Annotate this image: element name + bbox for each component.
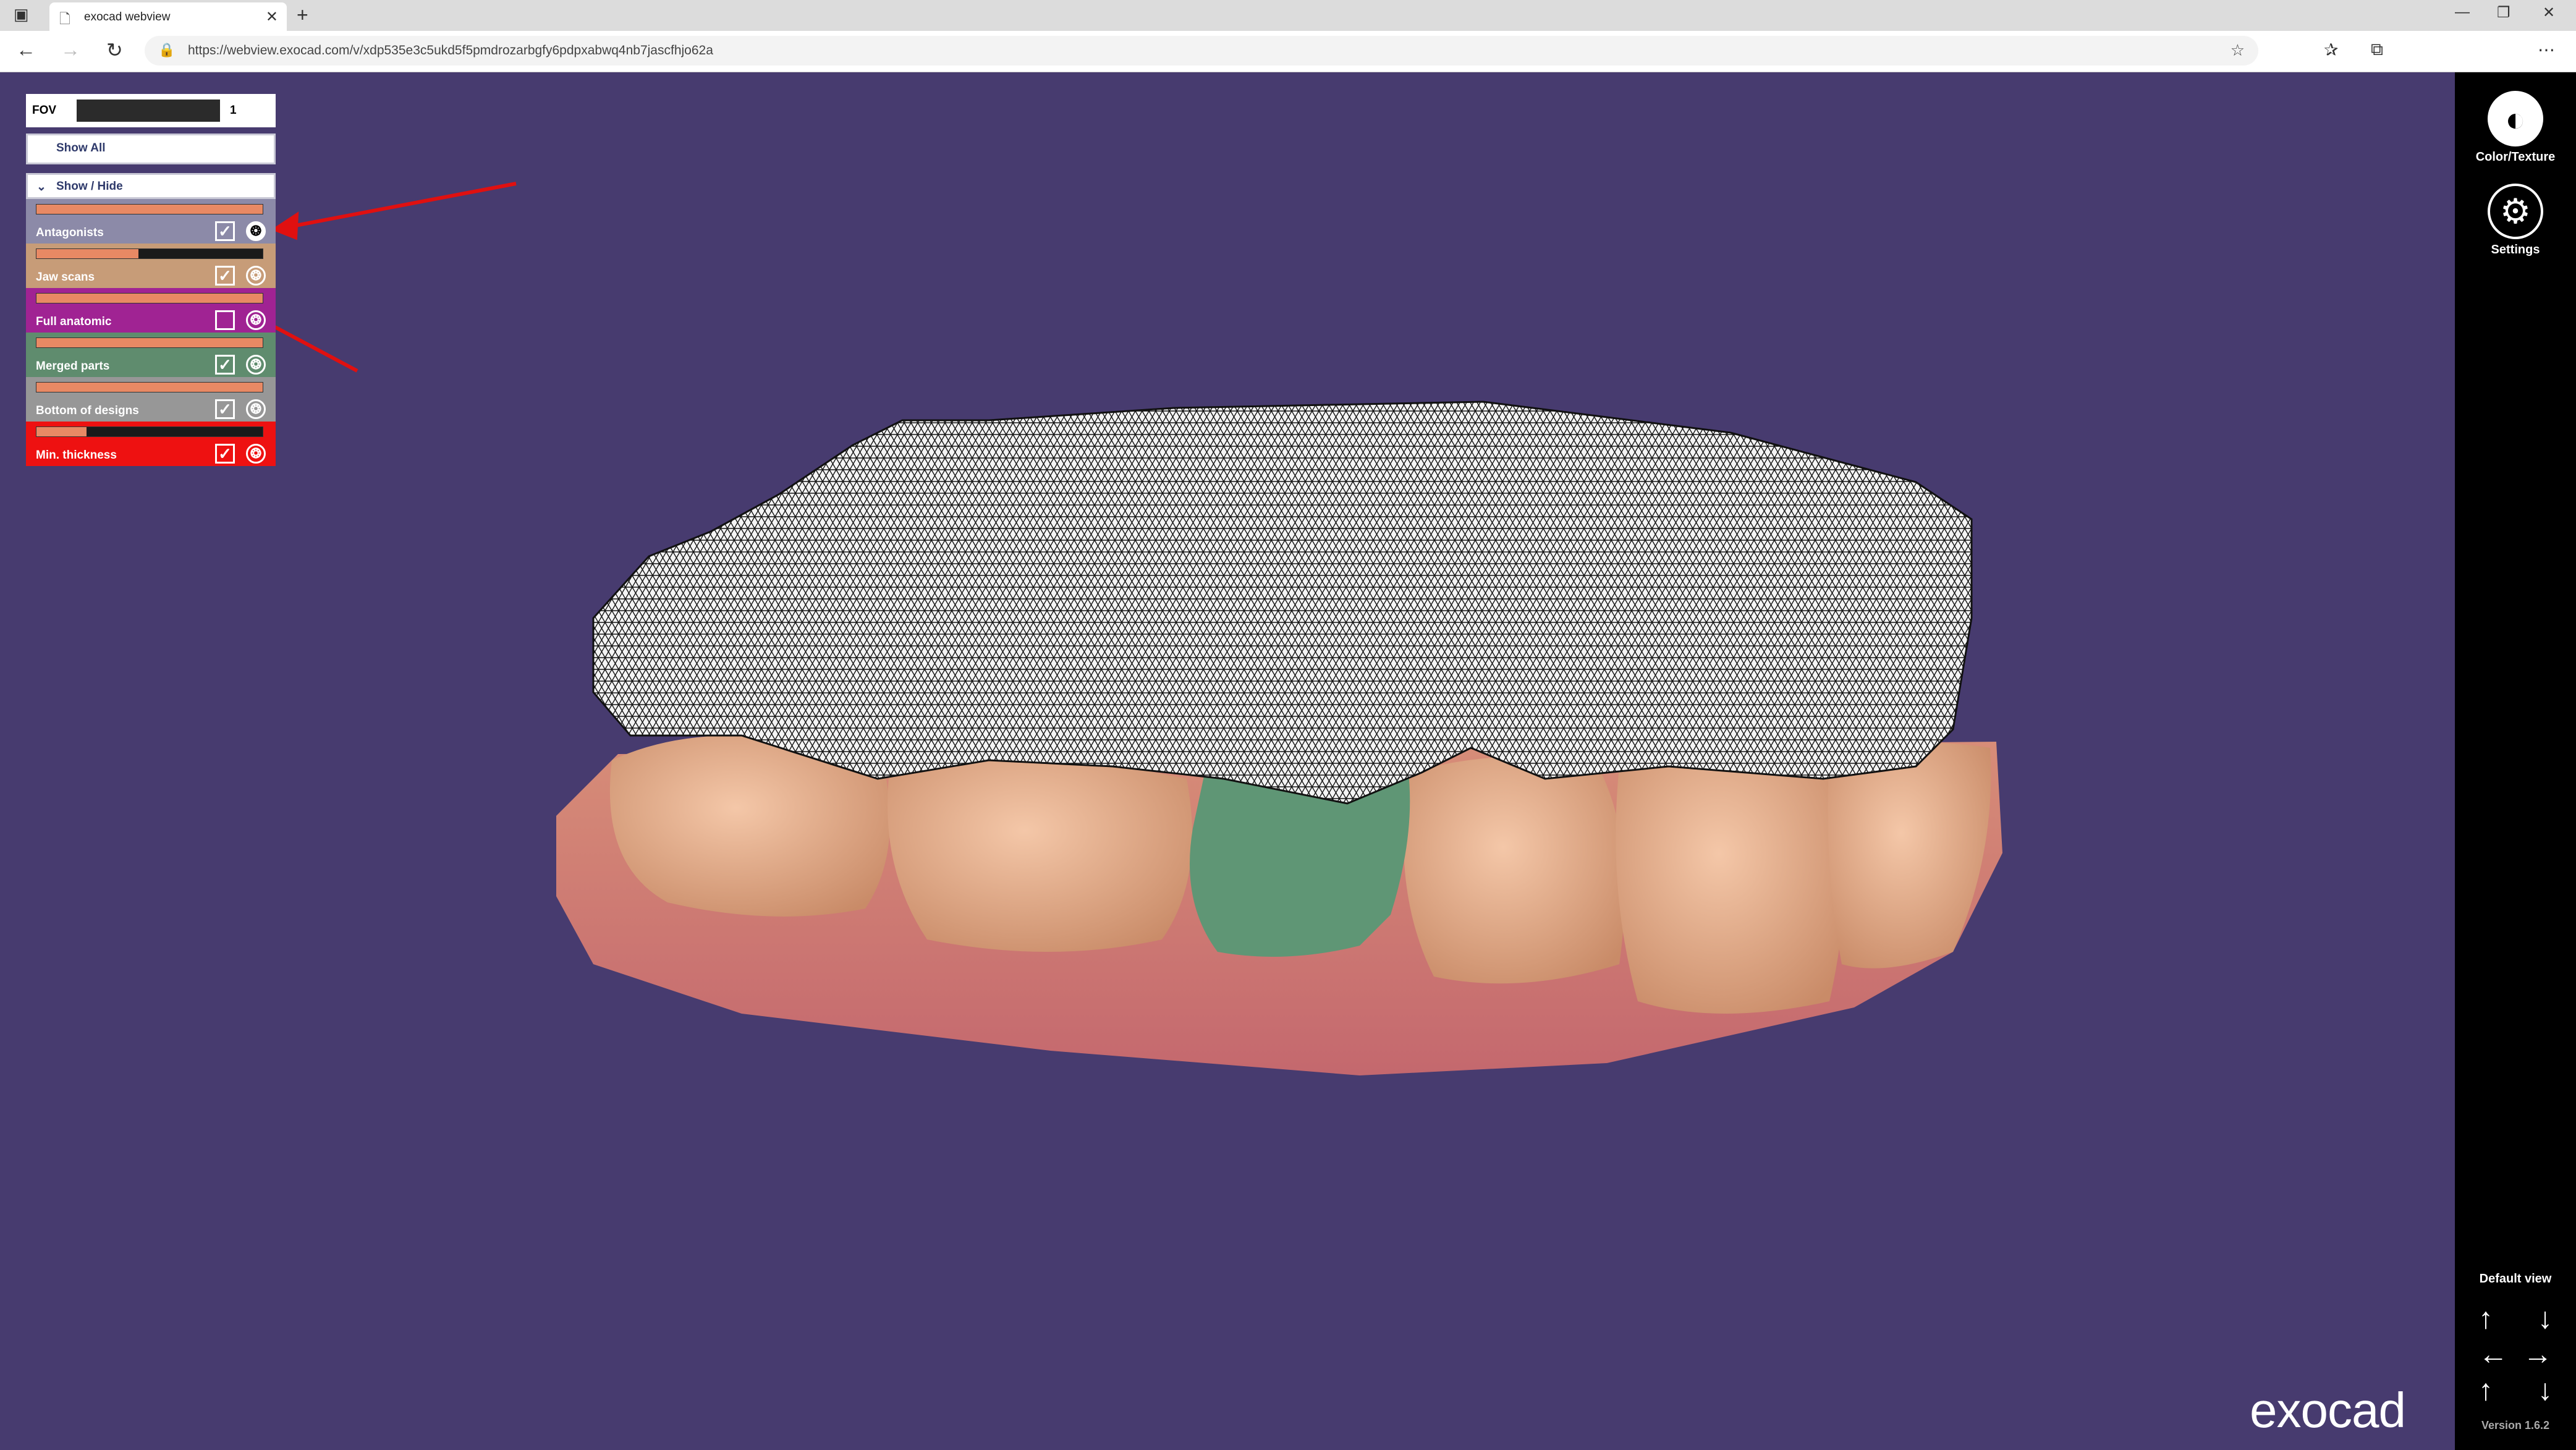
texture-toggle-icon[interactable]: ❂	[246, 221, 266, 241]
favorites-icon[interactable]: ✰	[2324, 40, 2338, 60]
color-texture-icon: ◐	[2488, 91, 2543, 146]
show-all-button[interactable]: Show All	[26, 134, 276, 164]
fov-control[interactable]: FOV 1	[26, 94, 276, 127]
opacity-slider-fill	[36, 205, 263, 214]
settings-label: Settings	[2491, 243, 2540, 257]
fov-value: 1	[230, 104, 237, 117]
settings-button[interactable]: ⚙ Settings	[2455, 184, 2576, 257]
texture-toggle-icon[interactable]: ❂	[246, 266, 266, 286]
opacity-slider[interactable]	[36, 248, 263, 259]
refresh-icon[interactable]: ↻	[106, 38, 123, 62]
address-bar-row: ← → ↻ 🔒 https://webview.exocad.com/v/xdp…	[0, 31, 2576, 72]
layer-panel: FOV 1 Show All ⌄ Show / Hide Antagonists…	[26, 94, 276, 466]
view-top-arrow-icon[interactable]: ↑	[2478, 1376, 2493, 1405]
visibility-checkbox[interactable]: ✓	[215, 444, 235, 464]
page-favicon-icon: 🗋	[59, 11, 70, 27]
visibility-checkbox[interactable]: ✓	[215, 355, 235, 375]
opacity-slider-fill	[36, 383, 263, 392]
browser-tab-bar: ▣ 🗋 exocad webview ✕ + — ❐ ✕	[0, 0, 2576, 31]
url-text: https://webview.exocad.com/v/xdp535e3c5u…	[188, 43, 713, 57]
layer-row[interactable]: Bottom of designs ✓ ❂	[26, 377, 276, 422]
view-down-arrow-icon[interactable]: ↓	[2538, 1304, 2553, 1334]
visibility-checkbox[interactable]: ✓	[215, 221, 235, 241]
more-menu-icon[interactable]: ⋯	[2538, 40, 2555, 60]
close-tab-icon[interactable]: ✕	[266, 8, 278, 26]
layer-name: Min. thickness	[36, 449, 117, 462]
texture-toggle-icon[interactable]: ❂	[246, 310, 266, 330]
opacity-slider-fill	[36, 249, 138, 258]
chevron-down-icon: ⌄	[36, 180, 46, 193]
new-tab-button[interactable]: +	[297, 4, 308, 27]
favorite-star-icon[interactable]: ☆	[2231, 41, 2245, 60]
texture-toggle-icon[interactable]: ❂	[246, 399, 266, 419]
back-icon[interactable]: ←	[16, 38, 36, 61]
visibility-checkbox[interactable]	[215, 310, 235, 330]
dental-model-scene[interactable]	[0, 72, 2455, 1450]
view-row-top: ↑ ↓	[2478, 1304, 2553, 1334]
browser-tab[interactable]: 🗋 exocad webview ✕	[49, 2, 287, 31]
close-window-icon[interactable]: ✕	[2543, 4, 2555, 22]
view-row-bottom: ↑ ↓	[2478, 1376, 2553, 1405]
opacity-slider[interactable]	[36, 337, 263, 348]
layer-row[interactable]: Jaw scans ✓ ❂	[26, 244, 276, 288]
texture-toggle-icon[interactable]: ❂	[246, 444, 266, 464]
layer-name: Full anatomic	[36, 315, 112, 328]
gear-icon: ⚙	[2488, 184, 2543, 239]
fov-label: FOV	[32, 104, 57, 117]
layer-name: Antagonists	[36, 226, 104, 239]
color-texture-label: Color/Texture	[2475, 150, 2556, 164]
show-all-label: Show All	[56, 142, 106, 155]
opacity-slider[interactable]	[36, 204, 263, 214]
layer-name: Merged parts	[36, 360, 110, 373]
right-toolbar: ◐ Color/Texture ⚙ Settings	[2455, 72, 2576, 1450]
opacity-slider[interactable]	[36, 382, 263, 392]
show-hide-label: Show / Hide	[56, 180, 123, 193]
layer-list: Antagonists ✓ ❂ Jaw scans ✓ ❂ Full anatomic ❂ Me…	[26, 199, 276, 466]
exocad-logo: exocad	[2250, 1383, 2406, 1438]
tab-actions-icon[interactable]: ▣	[14, 5, 29, 24]
layer-name: Jaw scans	[36, 271, 95, 284]
view-right-arrow-icon[interactable]: →	[2523, 1340, 2553, 1370]
default-view-label: Default view	[2479, 1272, 2552, 1286]
fov-slider[interactable]	[77, 100, 220, 122]
version-label: Version 1.6.2	[2481, 1419, 2550, 1431]
layer-name: Bottom of designs	[36, 404, 139, 417]
opacity-slider-fill	[36, 294, 263, 303]
layer-row[interactable]: Merged parts ✓ ❂	[26, 333, 276, 377]
opacity-slider-fill	[36, 427, 87, 436]
collections-icon[interactable]: ⧉	[2371, 40, 2383, 60]
address-field[interactable]: 🔒 https://webview.exocad.com/v/xdp535e3c…	[145, 36, 2258, 66]
antagonist-wireframe	[592, 401, 1973, 805]
view-row-middle: ← →	[2478, 1340, 2553, 1370]
restore-icon[interactable]: ❐	[2497, 4, 2510, 22]
tab-title: exocad webview	[84, 11, 171, 23]
minimize-icon[interactable]: —	[2455, 4, 2470, 21]
show-hide-toggle[interactable]: ⌄ Show / Hide	[26, 173, 276, 199]
view-left-arrow-icon[interactable]: ←	[2478, 1340, 2508, 1370]
opacity-slider-fill	[36, 338, 263, 347]
opacity-slider[interactable]	[36, 293, 263, 303]
visibility-checkbox[interactable]: ✓	[215, 399, 235, 419]
view-bottom-arrow-icon[interactable]: ↓	[2538, 1376, 2553, 1405]
3d-viewport[interactable]: FOV 1 Show All ⌄ Show / Hide Antagonists…	[0, 72, 2455, 1450]
texture-toggle-icon[interactable]: ❂	[246, 355, 266, 375]
opacity-slider[interactable]	[36, 426, 263, 437]
visibility-checkbox[interactable]: ✓	[215, 266, 235, 286]
forward-icon[interactable]: →	[61, 38, 80, 61]
layer-row[interactable]: Min. thickness ✓ ❂	[26, 422, 276, 466]
view-up-arrow-icon[interactable]: ↑	[2478, 1304, 2493, 1334]
layer-row[interactable]: Antagonists ✓ ❂	[26, 199, 276, 244]
lock-icon[interactable]: 🔒	[158, 42, 175, 58]
color-texture-button[interactable]: ◐ Color/Texture	[2455, 91, 2576, 164]
layer-row[interactable]: Full anatomic ❂	[26, 288, 276, 333]
